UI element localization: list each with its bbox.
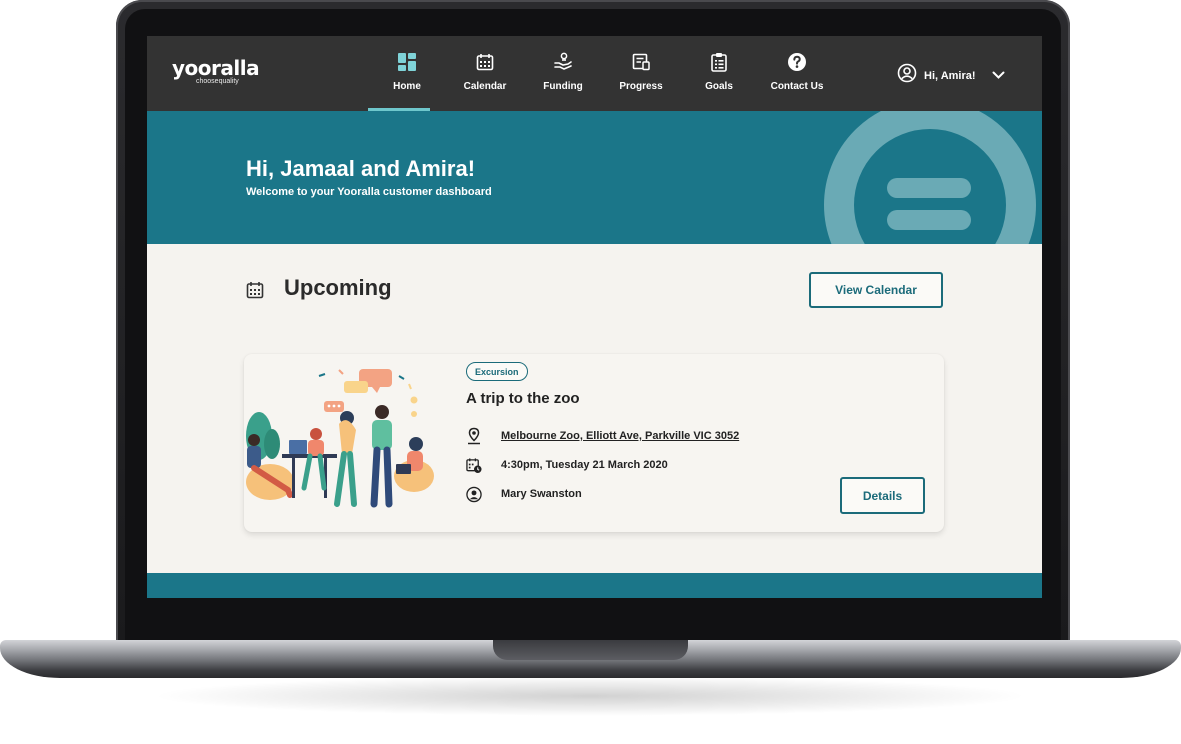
event-location-row: Melbourne Zoo, Elliott Ave, Parkville VI… bbox=[466, 427, 739, 445]
dashboard-grid-icon bbox=[397, 51, 417, 73]
event-card[interactable]: Excursion A trip to the zoo Melbourne Zo… bbox=[244, 354, 944, 532]
app-screen: yooralla choosequality Home Calendar Fun… bbox=[147, 36, 1042, 598]
view-calendar-button[interactable]: View Calendar bbox=[809, 272, 943, 308]
user-greeting: Hi, Amira! bbox=[924, 69, 976, 82]
top-navigation: yooralla choosequality Home Calendar Fun… bbox=[147, 36, 1042, 111]
nav-item-progress[interactable]: Progress bbox=[602, 36, 680, 111]
laptop-notch bbox=[493, 640, 688, 660]
footer-strip bbox=[147, 573, 1042, 598]
calendar-icon bbox=[476, 51, 494, 73]
nav-item-calendar[interactable]: Calendar bbox=[446, 36, 524, 111]
user-circle-icon bbox=[466, 485, 482, 503]
question-mark-icon bbox=[787, 51, 807, 73]
progress-report-icon bbox=[632, 51, 650, 73]
laptop-shadow bbox=[150, 676, 1030, 716]
event-title: A trip to the zoo bbox=[466, 390, 580, 407]
section-title-upcoming: Upcoming bbox=[284, 275, 392, 300]
funding-hand-icon bbox=[553, 51, 573, 73]
decorative-bar-bottom bbox=[887, 210, 971, 230]
calendar-clock-icon bbox=[466, 456, 482, 474]
user-menu[interactable]: Hi, Amira! bbox=[897, 63, 1005, 88]
event-type-badge: Excursion bbox=[466, 362, 528, 381]
details-button[interactable]: Details bbox=[840, 477, 925, 514]
event-location-link[interactable]: Melbourne Zoo, Elliott Ave, Parkville VI… bbox=[501, 430, 739, 442]
hero-banner: Hi, Jamaal and Amira! Welcome to your Yo… bbox=[147, 111, 1042, 244]
nav-item-funding[interactable]: Funding bbox=[524, 36, 602, 111]
goals-clipboard-icon bbox=[710, 51, 728, 73]
event-datetime: 4:30pm, Tuesday 21 March 2020 bbox=[501, 459, 668, 471]
nav-label-contact-us: Contact Us bbox=[770, 81, 824, 92]
main-nav: Home Calendar Funding Progress Goals Con… bbox=[368, 36, 836, 111]
calendar-icon bbox=[246, 281, 264, 304]
decorative-bar-top bbox=[887, 178, 971, 198]
location-pin-icon bbox=[466, 427, 482, 445]
nav-label-progress: Progress bbox=[619, 81, 663, 92]
nav-label-goals: Goals bbox=[705, 81, 733, 92]
event-datetime-row: 4:30pm, Tuesday 21 March 2020 bbox=[466, 456, 668, 474]
chevron-down-icon[interactable] bbox=[992, 67, 1005, 85]
event-host-row: Mary Swanston bbox=[466, 485, 582, 503]
user-avatar-icon bbox=[897, 63, 917, 88]
brand-logo[interactable]: yooralla choosequality bbox=[172, 56, 260, 86]
event-host-name: Mary Swanston bbox=[501, 488, 582, 500]
nav-item-contact-us[interactable]: Contact Us bbox=[758, 36, 836, 111]
nav-item-goals[interactable]: Goals bbox=[680, 36, 758, 111]
nav-label-calendar: Calendar bbox=[463, 81, 507, 92]
nav-label-home: Home bbox=[393, 81, 421, 92]
hero-title: Hi, Jamaal and Amira! bbox=[246, 156, 476, 181]
nav-label-funding: Funding bbox=[543, 81, 583, 92]
event-illustration bbox=[246, 369, 434, 508]
logo-wordmark: yooralla bbox=[172, 56, 260, 80]
hero-subtitle: Welcome to your Yooralla customer dashbo… bbox=[246, 186, 492, 198]
nav-item-home[interactable]: Home bbox=[368, 36, 446, 111]
